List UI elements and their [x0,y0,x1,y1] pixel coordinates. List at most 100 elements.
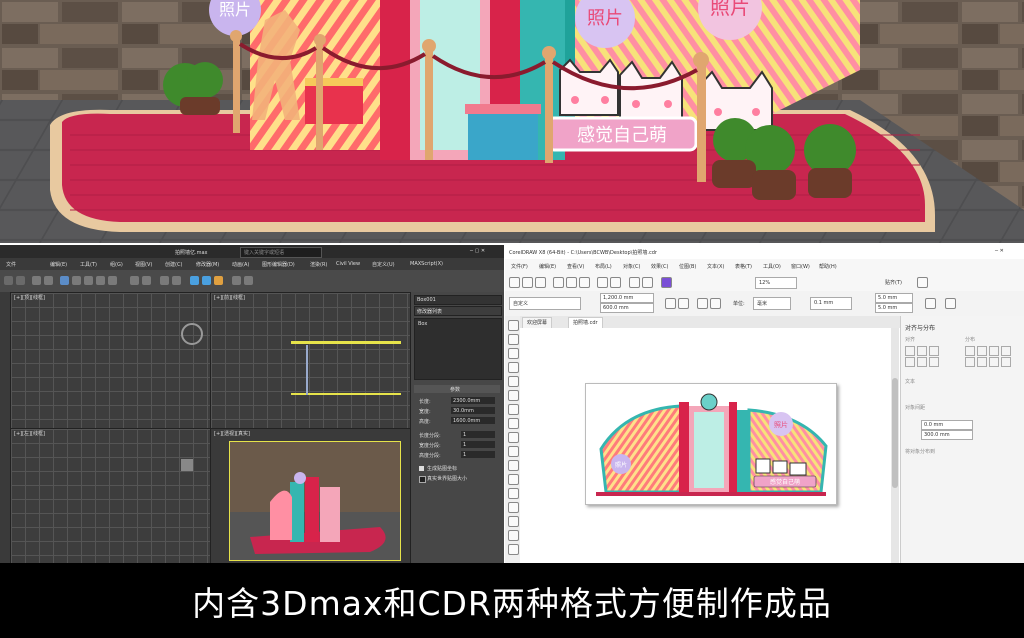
render-icon[interactable] [214,276,223,285]
height-segs-input[interactable]: 1 [461,451,495,458]
max-menu-modifiers[interactable]: 修改器(M) [196,261,219,268]
max-menu-view[interactable]: 视图(V) [135,261,152,268]
cdr-scroll-thumb[interactable] [892,378,898,488]
open-icon[interactable] [522,277,533,288]
max-menu-animation[interactable]: 动画(A) [232,261,249,268]
schematic-icon[interactable] [244,276,253,285]
corel-connect-icon[interactable] [661,277,672,288]
max-menu-customize[interactable]: 自定义(U) [372,261,395,268]
cdr-canvas[interactable]: 照片 照片 感觉自己萌 [520,328,900,563]
cdr-menu-help[interactable]: 帮助(H) [819,263,837,270]
length-segs-input[interactable]: 1 [461,431,495,438]
text-tool-icon[interactable] [508,446,519,457]
current-page-icon[interactable] [710,298,721,309]
page-height-input[interactable]: 600.0 mm [600,303,654,313]
zoom-tool-icon[interactable] [508,362,519,373]
width-segs-input[interactable]: 1 [461,441,495,448]
viewport-perspective[interactable]: [+][透视][真实] [210,428,411,563]
mirror-icon[interactable] [160,276,169,285]
copy-icon[interactable] [566,277,577,288]
new-doc-icon[interactable] [509,277,520,288]
angle-snap-icon[interactable] [142,276,151,285]
options-gear-icon[interactable] [917,277,928,288]
select-icon[interactable] [60,276,69,285]
window-controls[interactable]: ─ ▢ ✕ [470,248,485,254]
undo-cdr-icon[interactable] [597,277,608,288]
max-menu-group[interactable]: 组(G) [110,261,123,268]
cdr-vertical-scrollbar[interactable] [891,328,899,563]
object-name-field[interactable]: Box001 [414,295,502,305]
cdr-menu-object[interactable]: 对象(C) [623,263,640,270]
render-setup-icon[interactable] [202,276,211,285]
cdr-menu-edit[interactable]: 编辑(E) [539,263,556,270]
cdr-menu-window[interactable]: 窗口(W) [791,263,810,270]
modifier-stack[interactable]: Box [414,318,502,380]
crop-tool-icon[interactable] [508,348,519,359]
parallel-dimension-icon[interactable] [508,460,519,471]
redo-cdr-icon[interactable] [610,277,621,288]
align-buttons[interactable] [905,346,955,367]
undo-icon[interactable] [4,276,13,285]
tab-welcome[interactable]: 欢迎屏幕 [522,317,553,328]
rectangle-tool-icon[interactable] [508,404,519,415]
units-settings-icon[interactable] [925,298,936,309]
landscape-icon[interactable] [678,298,689,309]
curve-editor-icon[interactable] [232,276,241,285]
max-menu-render[interactable]: 渲染(R) [310,261,327,268]
link-icon[interactable] [32,276,41,285]
unlink-icon[interactable] [44,276,53,285]
shape-tool-icon[interactable] [508,334,519,345]
max-search-box[interactable]: 键入关键字或短语 [240,247,322,258]
align-icon[interactable] [172,276,181,285]
freehand-tool-icon[interactable] [508,376,519,387]
realworld-checkbox[interactable] [419,476,426,483]
docker-x-input[interactable]: 0.0 mm [921,420,973,430]
viewport-front[interactable]: [+][前][线框] [210,292,411,429]
viewcube-icon[interactable] [181,323,203,345]
max-menu-create[interactable]: 创建(C) [165,261,182,268]
modifier-list-dropdown[interactable]: 修改器列表 [414,306,502,316]
zoom-level-select[interactable]: 12% [755,277,797,289]
portrait-icon[interactable] [665,298,676,309]
smart-fill-icon[interactable] [508,544,519,555]
cdr-menu-bitmaps[interactable]: 位图(B) [679,263,696,270]
save-icon[interactable] [535,277,546,288]
move-icon[interactable] [84,276,93,285]
width-input[interactable]: 30.0mm [451,407,495,414]
max-menu-tools[interactable]: 工具(T) [80,261,97,268]
nudge-input[interactable]: 0.1 mm [810,297,852,310]
cdr-window-controls[interactable]: ─ ✕ [995,248,1004,254]
max-menu-graph[interactable]: 图形编辑器(D) [262,261,295,268]
docker-y-input[interactable]: 300.0 mm [921,430,973,440]
scale-icon[interactable] [108,276,117,285]
cdr-menu-table[interactable]: 表格(T) [735,263,752,270]
page-width-input[interactable]: 1,200.0 mm [600,293,654,303]
cdr-menu-text[interactable]: 文本(X) [707,263,724,270]
page-preset-select[interactable]: 自定义 [509,297,581,310]
max-menu-maxscript[interactable]: MAXScript(X) [410,261,443,267]
import-icon[interactable] [629,277,640,288]
ellipse-tool-icon[interactable] [508,418,519,429]
cdr-menu-tools[interactable]: 工具(O) [763,263,781,270]
paste-icon[interactable] [579,277,590,288]
max-menu-civil[interactable]: Civil View [336,261,360,267]
material-editor-icon[interactable] [190,276,199,285]
interactive-fill-icon[interactable] [508,530,519,541]
snap-icon[interactable] [130,276,139,285]
connector-tool-icon[interactable] [508,474,519,485]
mapping-checkbox[interactable] [419,466,424,471]
page-options-icon[interactable] [945,298,956,309]
rotate-icon[interactable] [96,276,105,285]
max-menu-edit[interactable]: 编辑(E) [50,261,67,268]
pick-tool-icon[interactable] [508,320,519,331]
cdr-menu-effects[interactable]: 效果(C) [651,263,668,270]
max-menu-file[interactable]: 文件 [6,261,16,268]
height-input[interactable]: 1600.0mm [451,417,495,424]
drop-shadow-icon[interactable] [508,488,519,499]
snap-to-label[interactable]: 贴齐(T) [885,279,902,286]
artistic-media-icon[interactable] [508,390,519,401]
viewcube-left-icon[interactable] [181,459,193,471]
select-region-icon[interactable] [72,276,81,285]
viewport-left[interactable]: [+][左][线框] [10,428,211,563]
transparency-icon[interactable] [508,502,519,513]
